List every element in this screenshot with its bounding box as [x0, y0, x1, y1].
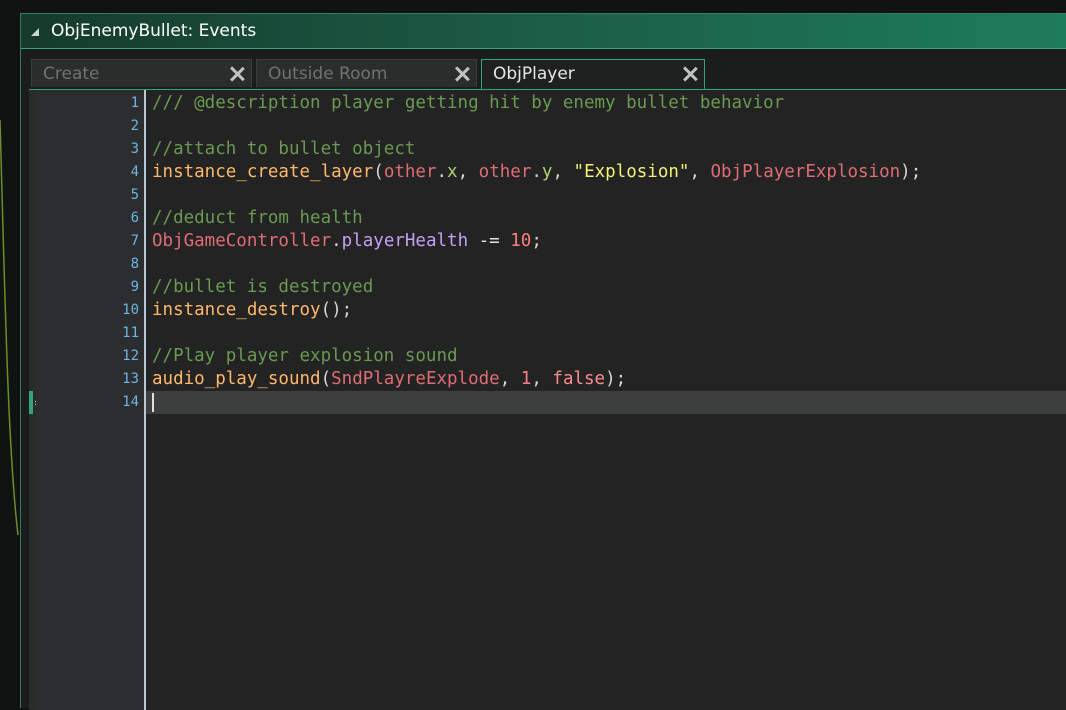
tab-objplayer[interactable]: ObjPlayer	[481, 59, 705, 89]
code-token: .	[331, 231, 342, 251]
code-token: instance_create_layer	[152, 162, 374, 182]
code-line[interactable]: //Play player explosion sound	[146, 345, 1066, 368]
code-token: ,	[531, 369, 553, 389]
code-token: "Explosion"	[573, 162, 690, 182]
code-line-text: /// @description player getting hit by e…	[146, 93, 784, 113]
code-line[interactable]: //attach to bullet object	[146, 138, 1066, 161]
code-token: ,	[689, 162, 711, 182]
line-number: 7	[130, 233, 139, 249]
tab-label: ObjPlayer	[493, 64, 575, 84]
code-token: //attach to bullet object	[152, 139, 416, 159]
code-token: other	[383, 162, 437, 182]
code-text-area[interactable]: /// @description player getting hit by e…	[146, 90, 1066, 710]
line-number: 10	[122, 302, 139, 318]
code-editor[interactable]: › 1234567891011121314 /// @description p…	[29, 89, 1066, 710]
line-number: 12	[122, 348, 139, 364]
code-token: playerHealth	[341, 231, 469, 251]
collapse-triangle-icon[interactable]	[31, 28, 39, 36]
line-number: 1	[130, 95, 139, 111]
line-number: 8	[130, 256, 139, 272]
code-token: );	[605, 369, 627, 389]
code-line[interactable]: //deduct from health	[146, 207, 1066, 230]
current-line-indicator	[29, 391, 33, 414]
tab-label: Outside Room	[268, 64, 388, 84]
code-token: (	[320, 369, 332, 389]
code-token: .	[436, 162, 448, 182]
code-token: ObjPlayerExplosion	[710, 162, 901, 182]
code-token: ObjGameController	[152, 231, 332, 251]
code-token: ,	[457, 162, 479, 182]
code-token: ,	[552, 162, 574, 182]
window-titlebar[interactable]: ObjEnemyBullet: Events	[21, 14, 1066, 49]
code-line[interactable]	[146, 391, 1066, 414]
code-token: y	[541, 162, 553, 182]
code-token: );	[900, 162, 922, 182]
code-token: /// @description player getting hit by e…	[152, 93, 785, 113]
code-line-text: ObjGameController.playerHealth -= 10;	[146, 231, 542, 251]
event-tab-bar: Create Outside Room ObjPlayer	[29, 59, 1059, 89]
line-number: 5	[130, 187, 139, 203]
code-line[interactable]: ObjGameController.playerHealth -= 10;	[146, 230, 1066, 253]
code-token: //Play player explosion sound	[152, 346, 458, 366]
close-x-icon[interactable]	[682, 66, 698, 82]
code-line-text: //bullet is destroyed	[146, 277, 373, 297]
events-window: ObjEnemyBullet: Events Create Outside Ro…	[20, 13, 1066, 710]
tab-label: Create	[43, 64, 100, 84]
code-line-text: instance_create_layer(other.x, other.y, …	[146, 162, 921, 182]
code-line[interactable]: instance_create_layer(other.x, other.y, …	[146, 161, 1066, 184]
line-number: 3	[130, 141, 139, 157]
code-token: 1	[520, 369, 532, 389]
code-line-text: //Play player explosion sound	[146, 346, 458, 366]
code-line-text: audio_play_sound(SndPlayreExplode, 1, fa…	[146, 369, 626, 389]
code-token: x	[447, 162, 458, 182]
window-title: ObjEnemyBullet: Events	[51, 21, 257, 41]
code-token: //bullet is destroyed	[152, 277, 374, 297]
code-token: -=	[468, 231, 511, 251]
code-line[interactable]	[146, 184, 1066, 207]
line-number: 13	[122, 371, 139, 387]
line-number: 6	[130, 210, 139, 226]
code-token: //deduct from health	[152, 208, 363, 228]
code-line[interactable]: audio_play_sound(SndPlayreExplode, 1, fa…	[146, 368, 1066, 391]
line-number: 9	[130, 279, 139, 295]
tab-outside-room[interactable]: Outside Room	[256, 59, 477, 87]
code-line-text: //attach to bullet object	[146, 139, 415, 159]
code-token: instance_destroy	[152, 300, 321, 320]
line-number-gutter: 1 2 3 4 5 6 7 8 9 10 11 12 13 14	[36, 90, 144, 710]
code-token: false	[552, 369, 606, 389]
code-line-text: //deduct from health	[146, 208, 363, 228]
code-token: (	[373, 162, 384, 182]
code-line-text: instance_destroy();	[146, 300, 352, 320]
close-x-icon[interactable]	[454, 66, 470, 82]
line-number: 2	[130, 118, 139, 134]
code-token: other	[478, 162, 532, 182]
code-token: ,	[499, 369, 521, 389]
close-x-icon[interactable]	[229, 66, 245, 82]
line-number: 14	[122, 394, 139, 410]
line-number: 11	[122, 325, 139, 341]
code-line[interactable]: //bullet is destroyed	[146, 276, 1066, 299]
bookmark-margin[interactable]: ›	[29, 90, 38, 710]
code-token: audio_play_sound	[152, 369, 321, 389]
code-line[interactable]	[146, 115, 1066, 138]
text-cursor	[152, 393, 154, 412]
code-token: 10	[510, 231, 532, 251]
code-token: SndPlayreExplode	[331, 369, 500, 389]
code-token: ;	[531, 231, 542, 251]
code-token: ();	[320, 300, 353, 320]
line-number: 4	[130, 164, 139, 180]
code-token: .	[531, 162, 542, 182]
code-line[interactable]	[146, 253, 1066, 276]
code-line[interactable]	[146, 322, 1066, 345]
tab-create[interactable]: Create	[31, 59, 252, 87]
code-line[interactable]: instance_destroy();	[146, 299, 1066, 322]
code-line[interactable]: /// @description player getting hit by e…	[146, 92, 1066, 115]
